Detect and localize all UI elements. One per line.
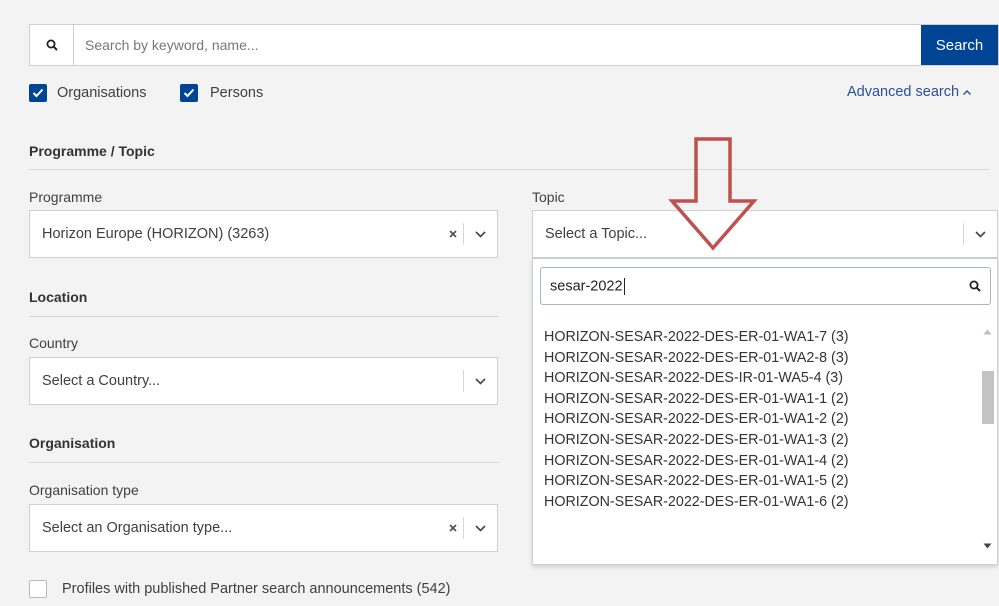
dropdown-scrollbar[interactable] (979, 325, 995, 553)
programme-label: Programme (29, 189, 103, 205)
programme-select[interactable]: Horizon Europe (HORIZON) (3263) (29, 210, 498, 258)
organisations-checkbox[interactable] (29, 84, 47, 102)
persons-checkbox-row[interactable]: Persons (180, 84, 263, 102)
chevron-up-icon (963, 89, 972, 95)
chevron-down-icon[interactable] (464, 358, 497, 404)
topic-dropdown: sesar-2022 HORIZON-SESAR-2022-DES-ER-01-… (532, 258, 998, 565)
search-button[interactable]: Search (921, 25, 998, 65)
organisation-type-select[interactable]: Select an Organisation type... (29, 504, 498, 552)
programme-value: Horizon Europe (HORIZON) (3263) (42, 226, 270, 242)
topic-option[interactable]: HORIZON-SESAR-2022-DES-ER-01-WA1-4 (2) (533, 451, 971, 472)
topic-select[interactable]: Select a Topic... (532, 210, 998, 258)
scroll-down-icon[interactable] (983, 543, 992, 549)
topic-option[interactable]: HORIZON-SESAR-2022-DES-ER-01-WA1-7 (3) (533, 327, 971, 348)
persons-checkbox[interactable] (180, 84, 198, 102)
topic-option[interactable]: HORIZON-SESAR-2022-DES-ER-01-WA1-5 (2) (533, 471, 971, 492)
topic-option[interactable]: HORIZON-SESAR-2022-DES-ER-01-WA1-3 (2) (533, 430, 971, 451)
country-select[interactable]: Select a Country... (29, 357, 498, 405)
location-title: Location (29, 289, 88, 305)
search-bar: Search (29, 24, 999, 66)
clear-icon[interactable] (445, 230, 461, 238)
partner-search-label: Profiles with published Partner search a… (62, 581, 451, 597)
search-icon (960, 280, 990, 292)
scroll-thumb[interactable] (982, 371, 994, 424)
topic-search-value: sesar-2022 (550, 277, 623, 294)
country-label: Country (29, 335, 79, 351)
chevron-down-icon[interactable] (464, 505, 497, 551)
annotation-arrow-icon (668, 137, 758, 251)
section-divider (29, 169, 989, 170)
text-cursor (623, 277, 625, 295)
programme-topic-title: Programme / Topic (29, 143, 155, 159)
organisations-label: Organisations (57, 85, 147, 101)
clear-icon[interactable] (445, 524, 461, 532)
check-icon (32, 88, 44, 98)
scroll-up-icon[interactable] (983, 329, 992, 335)
persons-label: Persons (210, 85, 264, 101)
organisation-title: Organisation (29, 435, 116, 451)
organisation-type-label: Organisation type (29, 482, 139, 498)
check-icon (183, 88, 195, 98)
topic-option[interactable]: HORIZON-SESAR-2022-DES-ER-01-WA1-1 (2) (533, 389, 971, 410)
chevron-down-icon[interactable] (464, 211, 497, 257)
chevron-down-icon[interactable] (964, 211, 997, 257)
organisation-type-placeholder: Select an Organisation type... (42, 520, 233, 536)
topic-label: Topic (532, 189, 565, 205)
topic-option[interactable]: HORIZON-SESAR-2022-DES-ER-01-WA1-2 (2) (533, 409, 971, 430)
advanced-search-label: Advanced search (847, 84, 960, 100)
section-divider (29, 316, 499, 317)
advanced-search-link[interactable]: Advanced search (847, 84, 972, 100)
partner-search-checkbox-row[interactable]: Profiles with published Partner search a… (29, 580, 451, 598)
partner-search-checkbox[interactable] (29, 580, 47, 598)
topic-option[interactable]: HORIZON-SESAR-2022-DES-IR-01-WA5-4 (3) (533, 368, 971, 389)
country-placeholder: Select a Country... (42, 373, 161, 389)
section-divider (29, 462, 499, 463)
organisations-checkbox-row[interactable]: Organisations (29, 84, 146, 102)
search-input[interactable] (74, 25, 921, 65)
topic-options-list: HORIZON-SESAR-2022-DES-ER-01-WA1-7 (3) H… (533, 327, 971, 512)
search-icon[interactable] (30, 25, 74, 65)
topic-option[interactable]: HORIZON-SESAR-2022-DES-ER-01-WA2-8 (3) (533, 348, 971, 369)
topic-option[interactable]: HORIZON-SESAR-2022-DES-ER-01-WA1-6 (2) (533, 492, 971, 513)
topic-search-field[interactable]: sesar-2022 (540, 267, 991, 305)
